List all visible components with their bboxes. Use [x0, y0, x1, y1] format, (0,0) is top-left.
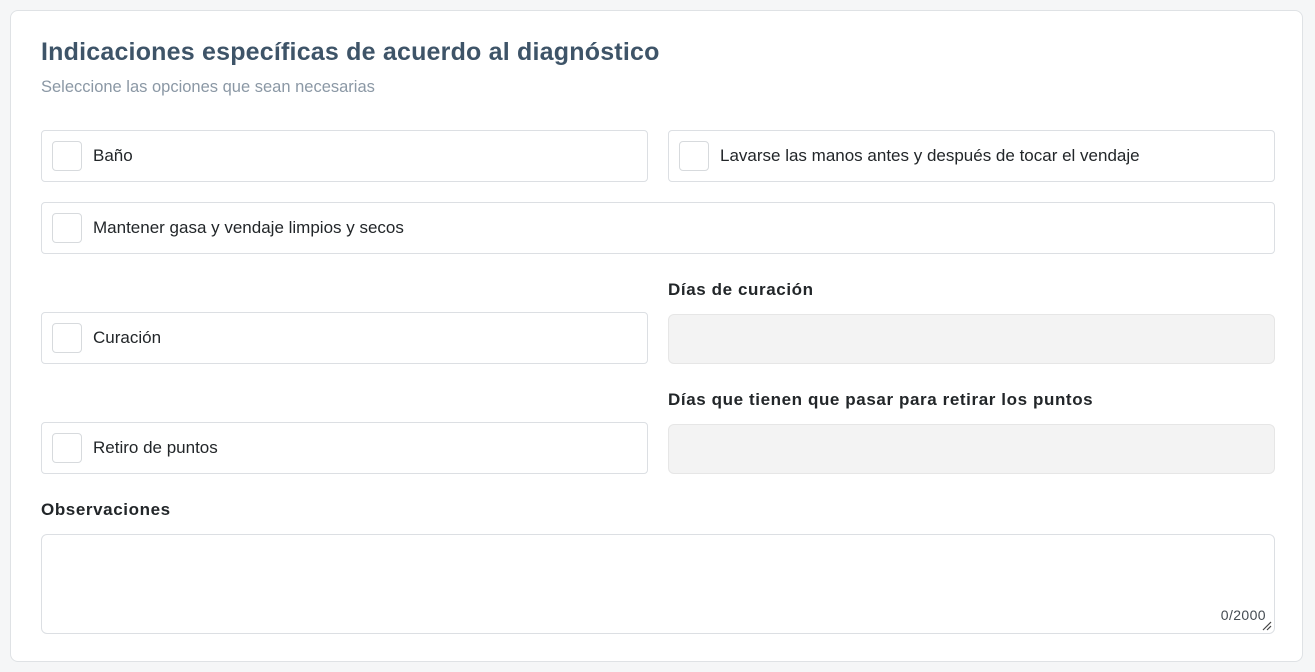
checkbox-bano-label: Baño: [93, 146, 133, 165]
section-subtitle: Seleccione las opciones que sean necesar…: [41, 78, 375, 96]
checkbox-curacion-square[interactable]: [52, 323, 82, 353]
section-title: Indicaciones específicas de acuerdo al d…: [41, 38, 660, 66]
checkbox-bano-square[interactable]: [52, 141, 82, 171]
observaciones-label: Observaciones: [41, 500, 171, 519]
dias-retiro-input: [668, 424, 1275, 474]
observaciones-textarea[interactable]: 0/2000: [41, 534, 1275, 634]
checkbox-retiro-puntos-label: Retiro de puntos: [93, 438, 218, 457]
checkbox-retiro-puntos-square[interactable]: [52, 433, 82, 463]
checkbox-mantener-gasa[interactable]: Mantener gasa y vendaje limpios y secos: [41, 202, 1275, 254]
checkbox-curacion[interactable]: Curación: [41, 312, 648, 364]
checkbox-curacion-label: Curación: [93, 328, 162, 347]
checkbox-retiro-puntos[interactable]: Retiro de puntos: [41, 422, 648, 474]
observaciones-counter: 0/2000: [1220, 607, 1266, 623]
checkbox-lavarse-manos-square[interactable]: [679, 141, 709, 171]
dias-retiro-label: Días que tienen que pasar para retirar l…: [668, 390, 1094, 409]
checkbox-lavarse-manos-label: Lavarse las manos antes y después de toc…: [720, 146, 1140, 165]
resize-grip-icon[interactable]: [1262, 621, 1272, 631]
dias-curacion-input: [668, 314, 1275, 364]
checkbox-mantener-gasa-label: Mantener gasa y vendaje limpios y secos: [93, 218, 404, 237]
checkbox-mantener-gasa-square[interactable]: [52, 213, 82, 243]
checkbox-bano[interactable]: Baño: [41, 130, 648, 182]
checkbox-lavarse-manos[interactable]: Lavarse las manos antes y después de toc…: [668, 130, 1275, 182]
dias-curacion-label: Días de curación: [668, 280, 814, 299]
indications-card: Indicaciones específicas de acuerdo al d…: [10, 10, 1303, 662]
